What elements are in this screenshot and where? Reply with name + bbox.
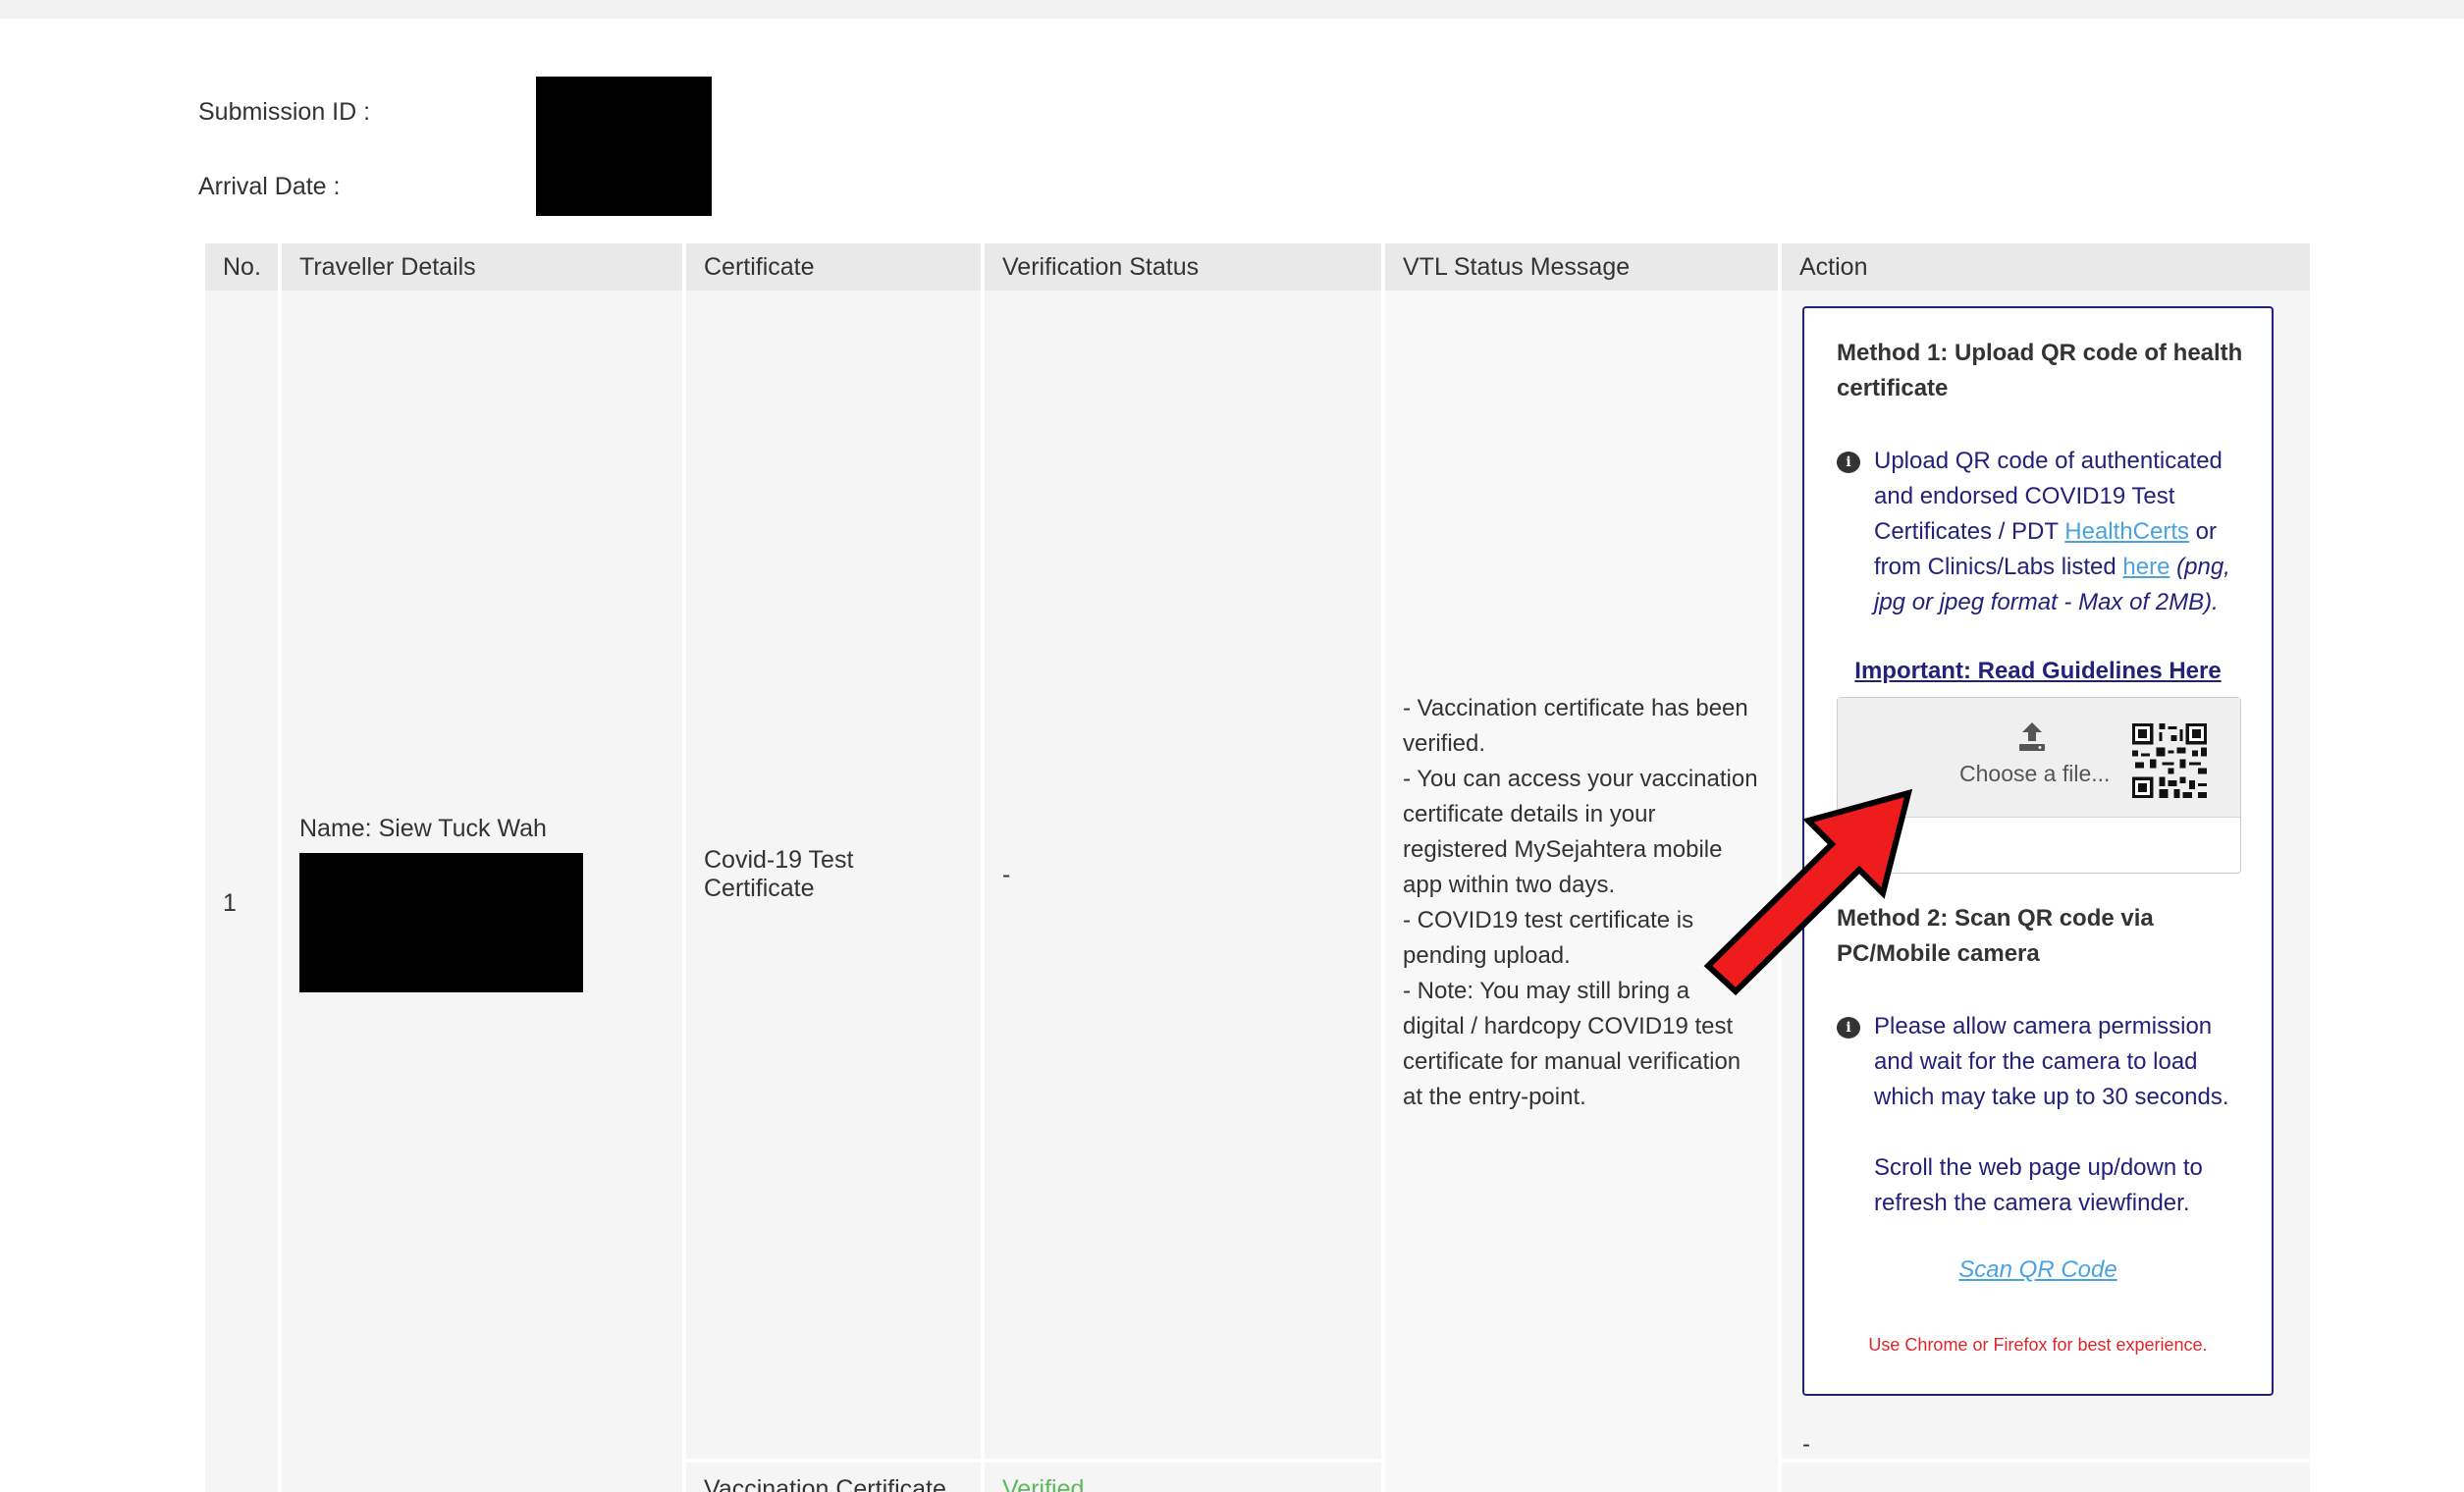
table-header-row: No. Traveller Details Certificate Verifi… xyxy=(205,243,2310,291)
cell-vaccination-status: Verified xyxy=(985,1459,1381,1492)
cell-vaccination-action xyxy=(1782,1459,2310,1492)
vtl-line: - Note: You may still bring a xyxy=(1403,978,1690,1004)
qr-code-icon xyxy=(2132,723,2207,798)
vtl-line: registered MySejahtera mobile xyxy=(1403,836,1723,863)
vtl-line: at the entry-point. xyxy=(1403,1084,1586,1110)
guidelines-link[interactable]: Important: Read Guidelines Here xyxy=(1804,658,2272,685)
scan-qr-code-link[interactable]: Scan QR Code xyxy=(1804,1256,2272,1284)
arrival-date-label: Arrival Date : xyxy=(198,173,341,200)
header-action: Action xyxy=(1782,243,2310,291)
info-icon: i xyxy=(1837,1017,1860,1039)
choose-file-label: Choose a file... xyxy=(1959,761,2111,786)
vtl-message: - Vaccination certificate has been verif… xyxy=(1403,691,1760,1115)
vtl-line: - Vaccination certificate has been xyxy=(1403,695,1748,721)
vtl-line: verified. xyxy=(1403,730,1486,757)
method1-info-text: Upload QR code of authenticated and endo… xyxy=(1874,444,2249,620)
upload-icon xyxy=(2019,722,2045,751)
cell-verification-status: - xyxy=(985,291,1381,1459)
header-no: No. xyxy=(205,243,278,291)
vtl-line: - COVID19 test certificate is xyxy=(1403,907,1694,933)
clinics-here-link[interactable]: here xyxy=(2122,554,2169,580)
header-traveller-details: Traveller Details xyxy=(282,243,682,291)
cell-certificate: Covid-19 Test Certificate xyxy=(686,291,981,1459)
vaccination-action-dash: - xyxy=(1802,1431,1810,1458)
cell-number: 1 xyxy=(205,291,278,1492)
vtl-line: certificate for manual verification xyxy=(1403,1048,1741,1075)
header-vtl-status-message: VTL Status Message xyxy=(1385,243,1778,291)
method2-info: i Please allow camera permission and wai… xyxy=(1837,1009,2249,1115)
cell-vaccination-certificate: Vaccination Certificate xyxy=(686,1459,981,1492)
info-icon: i xyxy=(1837,452,1860,473)
cell-vtl-status-message: - Vaccination certificate has been verif… xyxy=(1385,291,1778,1492)
header-certificate: Certificate xyxy=(686,243,981,291)
cell-traveller-details: Name: Siew Tuck Wah xyxy=(282,291,682,1492)
vtl-line: digital / hardcopy COVID19 test xyxy=(1403,1013,1734,1039)
browser-recommendation: Use Chrome or Firefox for best experienc… xyxy=(1868,1335,2208,1355)
method1-title: Method 1: Upload QR code of health certi… xyxy=(1837,340,2243,401)
traveller-name: Name: Siew Tuck Wah xyxy=(299,814,547,842)
top-bar xyxy=(0,0,2464,19)
vtl-line: - You can access your vaccination xyxy=(1403,766,1758,792)
vtl-line: certificate details in your xyxy=(1403,801,1656,827)
method2-scroll-note: Scroll the web page up/down to refresh t… xyxy=(1837,1150,2249,1221)
redacted-meta-values xyxy=(536,77,712,216)
red-arrow-annotation xyxy=(1703,788,1913,996)
method1-info: i Upload QR code of authenticated and en… xyxy=(1837,444,2249,620)
redacted-traveller-info xyxy=(299,852,583,992)
submission-id-label: Submission ID : xyxy=(198,98,371,126)
method2-scroll-text: Scroll the web page up/down to refresh t… xyxy=(1874,1154,2203,1216)
header-verification-status: Verification Status xyxy=(985,243,1381,291)
method2-info-text: Please allow camera permission and wait … xyxy=(1874,1013,2229,1110)
vtl-line: app within two days. xyxy=(1403,872,1616,898)
healthcerts-link[interactable]: HealthCerts xyxy=(2064,518,2189,545)
